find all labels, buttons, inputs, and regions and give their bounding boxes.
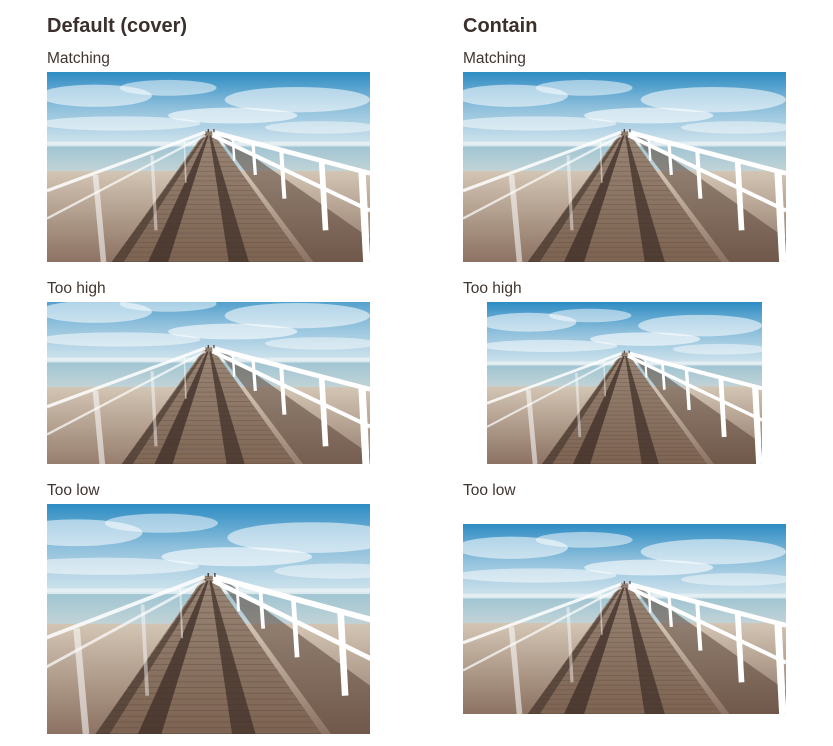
pier-photo xyxy=(463,72,786,262)
case-label-matching: Matching xyxy=(47,50,110,67)
image-frame-too-high xyxy=(463,302,786,464)
image-frame-too-high xyxy=(47,302,370,464)
pier-photo xyxy=(47,72,370,262)
case-label-matching: Matching xyxy=(463,50,526,67)
image-frame-matching xyxy=(463,72,786,262)
image-frame-too-low xyxy=(47,504,370,734)
case-label-too-high: Too high xyxy=(463,280,522,297)
case-label-too-high: Too high xyxy=(47,280,106,297)
pier-photo xyxy=(463,524,786,714)
column-title-contain: Contain xyxy=(463,15,538,37)
pier-photo xyxy=(47,504,370,734)
case-label-too-low: Too low xyxy=(463,482,516,499)
image-frame-too-low xyxy=(463,504,786,734)
pier-photo xyxy=(47,302,370,464)
pier-photo xyxy=(487,302,762,464)
column-title-cover: Default (cover) xyxy=(47,15,188,37)
image-frame-matching xyxy=(47,72,370,262)
case-label-too-low: Too low xyxy=(47,482,100,499)
